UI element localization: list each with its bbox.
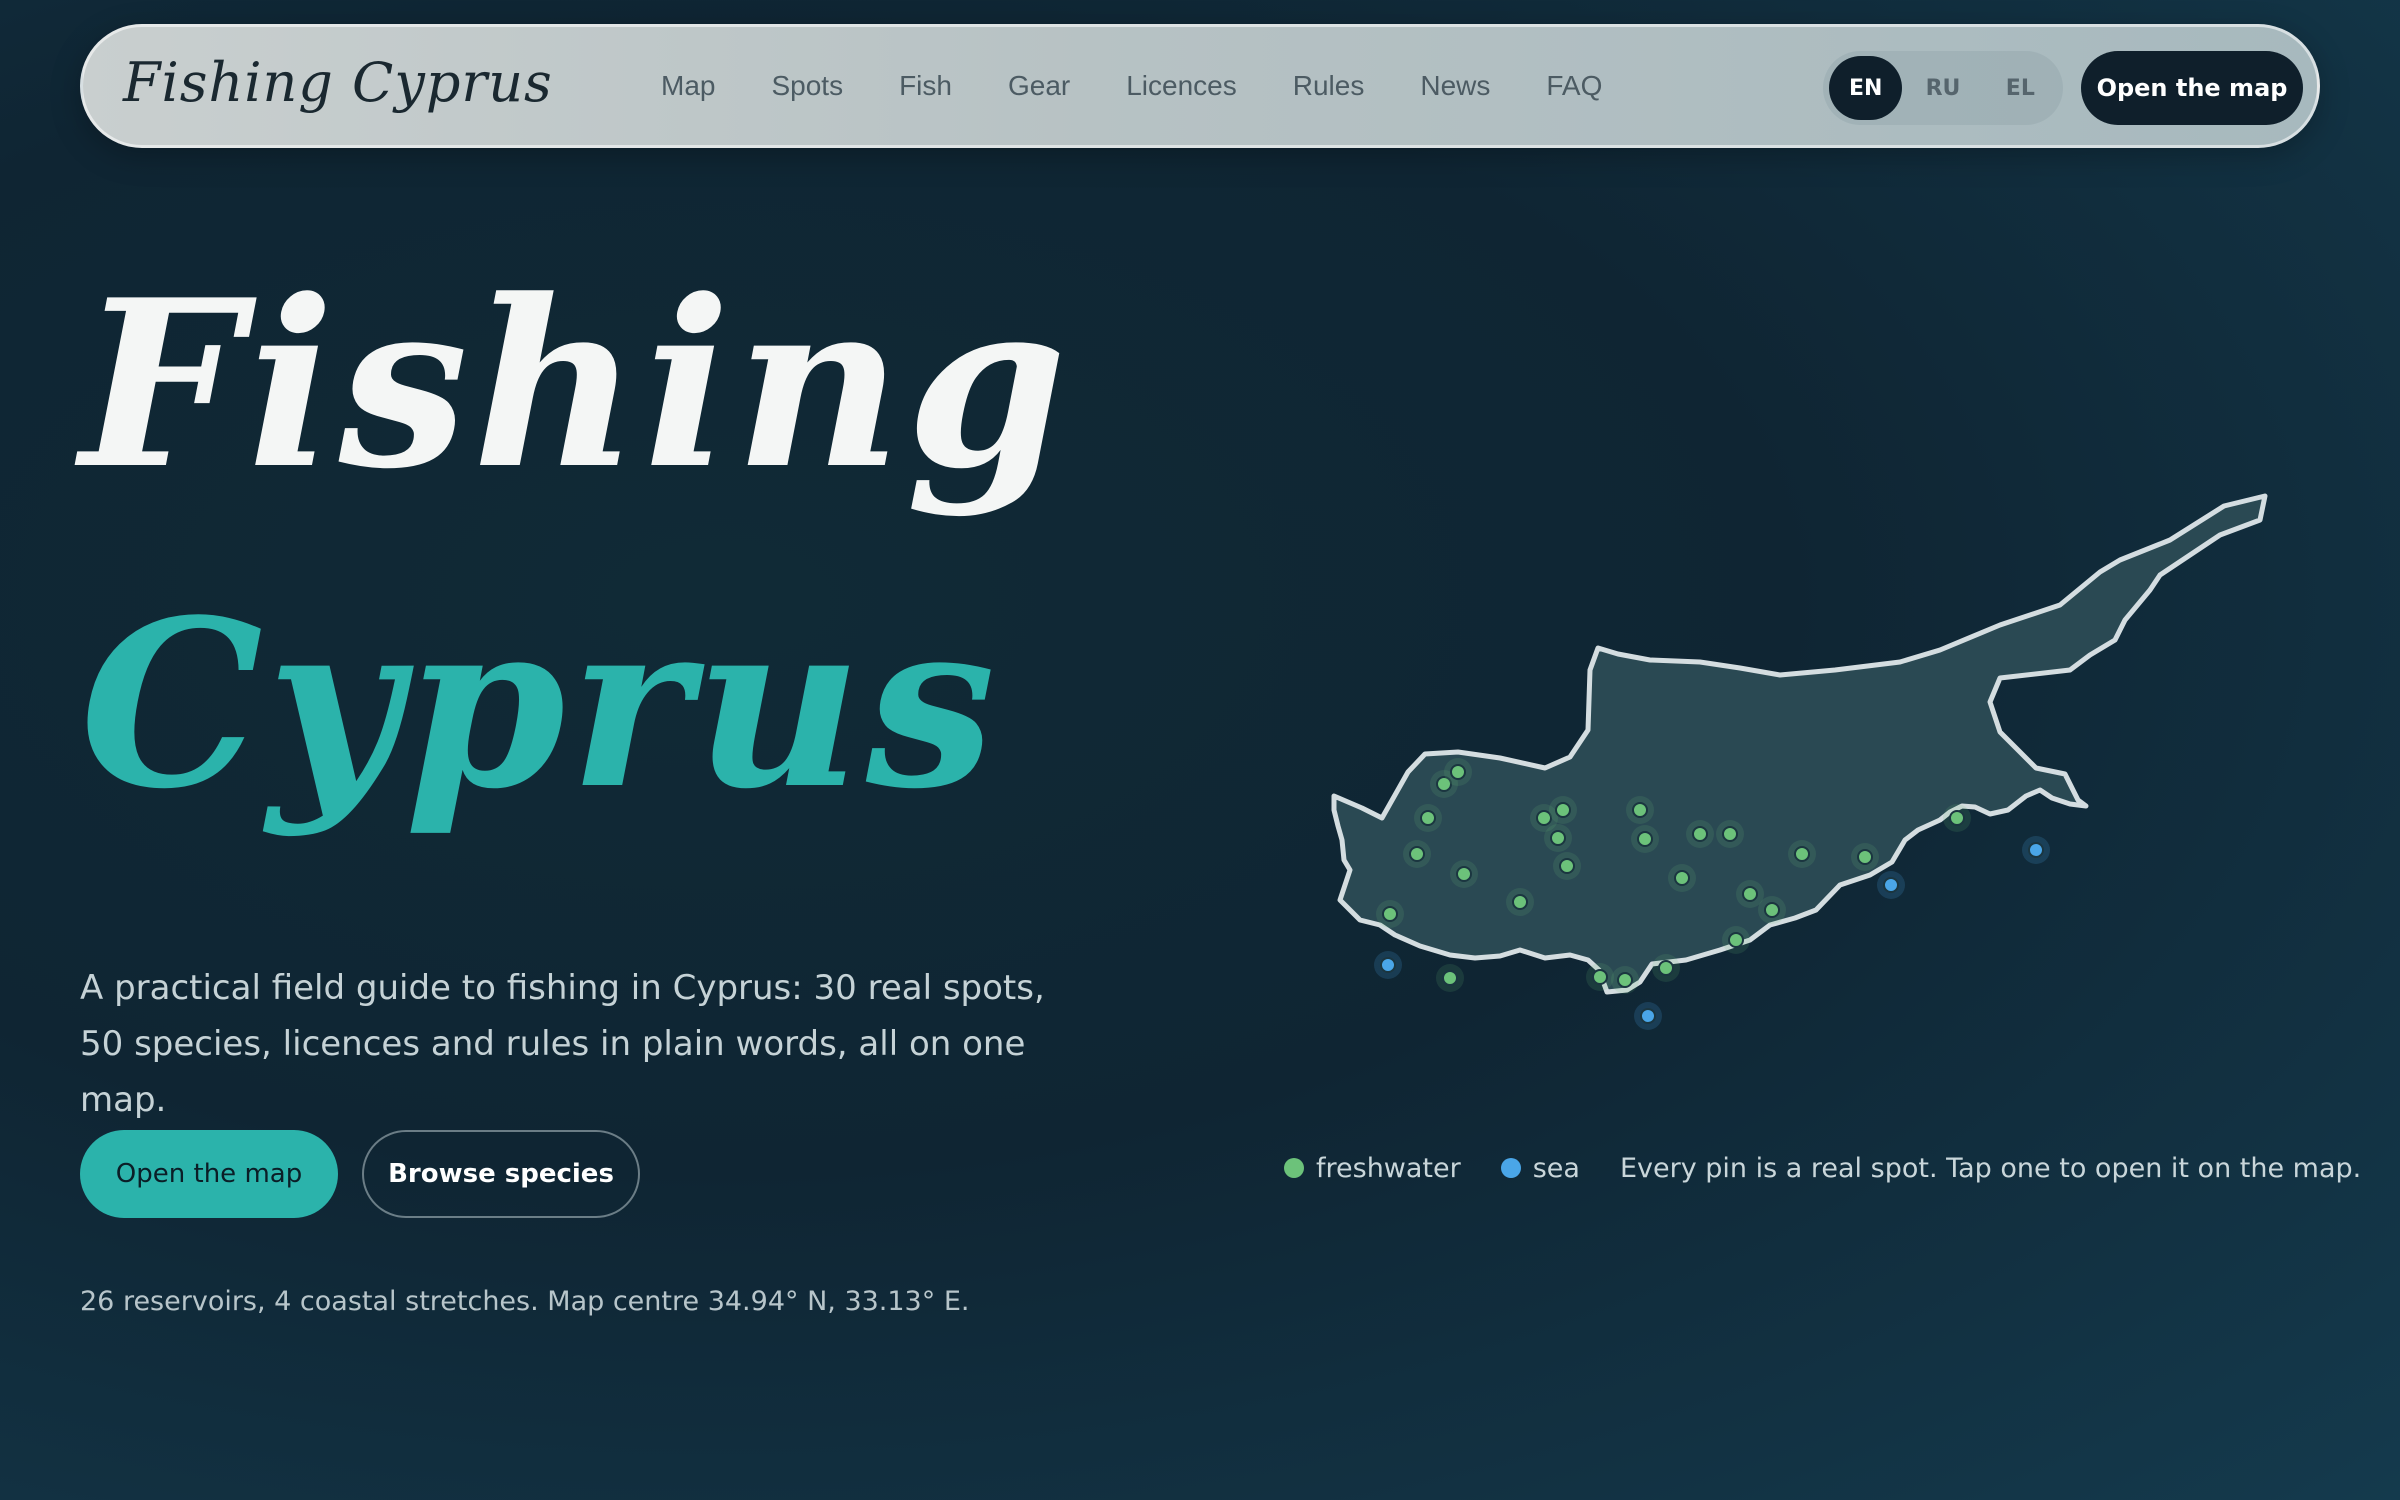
map-legend: freshwater sea Every pin is a real spot.… (1284, 1148, 2361, 1188)
freshwater-pin-icon[interactable] (1559, 858, 1575, 874)
freshwater-pin-icon[interactable] (1692, 826, 1708, 842)
freshwater-pin-icon[interactable] (1456, 866, 1472, 882)
nav-link-fish[interactable]: Fish (871, 70, 980, 102)
freshwater-pin-icon[interactable] (1512, 894, 1528, 910)
nav-link-map[interactable]: Map (633, 70, 743, 102)
sea-dot-icon (1500, 1158, 1521, 1178)
freshwater-pin-icon[interactable] (1550, 830, 1566, 846)
freshwater-pin-icon[interactable] (1728, 932, 1744, 948)
freshwater-pin-icon[interactable] (1592, 969, 1608, 985)
legend-sea-label: sea (1532, 1152, 1580, 1184)
nav-link-rules[interactable]: Rules (1265, 70, 1393, 102)
freshwater-pin-icon[interactable] (1450, 764, 1466, 780)
open-map-nav-button[interactable]: Open the map (2081, 51, 2303, 125)
freshwater-pin-icon[interactable] (1632, 802, 1648, 818)
legend-freshwater-label: freshwater (1316, 1152, 1461, 1184)
spots-stats: 26 reservoirs, 4 coastal stretches. Map … (80, 1286, 970, 1317)
freshwater-pin-icon[interactable] (1442, 970, 1458, 986)
freshwater-pin-icon[interactable] (1637, 831, 1653, 847)
nav-link-licences[interactable]: Licences (1098, 70, 1265, 102)
hero-title-line2: Cyprus (80, 570, 1000, 840)
freshwater-pin-icon[interactable] (1722, 826, 1738, 842)
browse-species-button[interactable]: Browse species (362, 1130, 640, 1218)
language-switcher: EN RU EL (1823, 51, 2063, 125)
freshwater-dot-icon (1284, 1158, 1304, 1178)
freshwater-pin-icon[interactable] (1949, 810, 1965, 826)
freshwater-pin-icon[interactable] (1674, 870, 1690, 886)
hero-title-line1: Fishing (80, 250, 1071, 520)
brand-logo[interactable]: Fishing Cyprus (123, 51, 553, 114)
cyprus-map[interactable] (1300, 470, 2300, 1070)
freshwater-pin-icon[interactable] (1382, 906, 1398, 922)
freshwater-pin-icon[interactable] (1420, 810, 1436, 826)
cyprus-outline (1331, 493, 2268, 995)
open-map-button[interactable]: Open the map (80, 1130, 338, 1218)
sea-pin-icon[interactable] (1640, 1008, 1656, 1024)
hero-description: A practical field guide to fishing in Cy… (80, 968, 1045, 1120)
lang-ru-button[interactable]: RU (1906, 56, 1979, 120)
legend-sea: sea (1500, 1152, 1580, 1184)
sea-pin-icon[interactable] (2028, 842, 2044, 858)
freshwater-pin-icon[interactable] (1857, 849, 1873, 865)
freshwater-pin-icon[interactable] (1617, 972, 1633, 988)
top-navbar: Fishing Cyprus Map Spots Fish Gear Licen… (80, 24, 2320, 148)
lang-en-button[interactable]: EN (1829, 56, 1903, 120)
sea-pin-icon[interactable] (1380, 957, 1396, 973)
nav-link-spots[interactable]: Spots (743, 70, 871, 102)
freshwater-pin-icon[interactable] (1794, 846, 1810, 862)
nav-link-news[interactable]: News (1392, 70, 1518, 102)
legend-freshwater: freshwater (1284, 1153, 1461, 1184)
freshwater-pin-icon[interactable] (1555, 802, 1571, 818)
legend-note: Every pin is a real spot. Tap one to ope… (1619, 1152, 2362, 1184)
freshwater-pin-icon[interactable] (1409, 846, 1425, 862)
lang-el-button[interactable]: EL (1984, 56, 2057, 120)
freshwater-pin-icon[interactable] (1764, 902, 1780, 918)
main-nav: Map Spots Fish Gear Licences Rules News … (633, 27, 1630, 145)
freshwater-pin-icon[interactable] (1658, 960, 1674, 976)
nav-link-gear[interactable]: Gear (980, 70, 1098, 102)
sea-pin-icon[interactable] (1883, 877, 1899, 893)
freshwater-pin-icon[interactable] (1742, 886, 1758, 902)
nav-link-faq[interactable]: FAQ (1518, 70, 1630, 102)
freshwater-pin-icon[interactable] (1536, 810, 1552, 826)
